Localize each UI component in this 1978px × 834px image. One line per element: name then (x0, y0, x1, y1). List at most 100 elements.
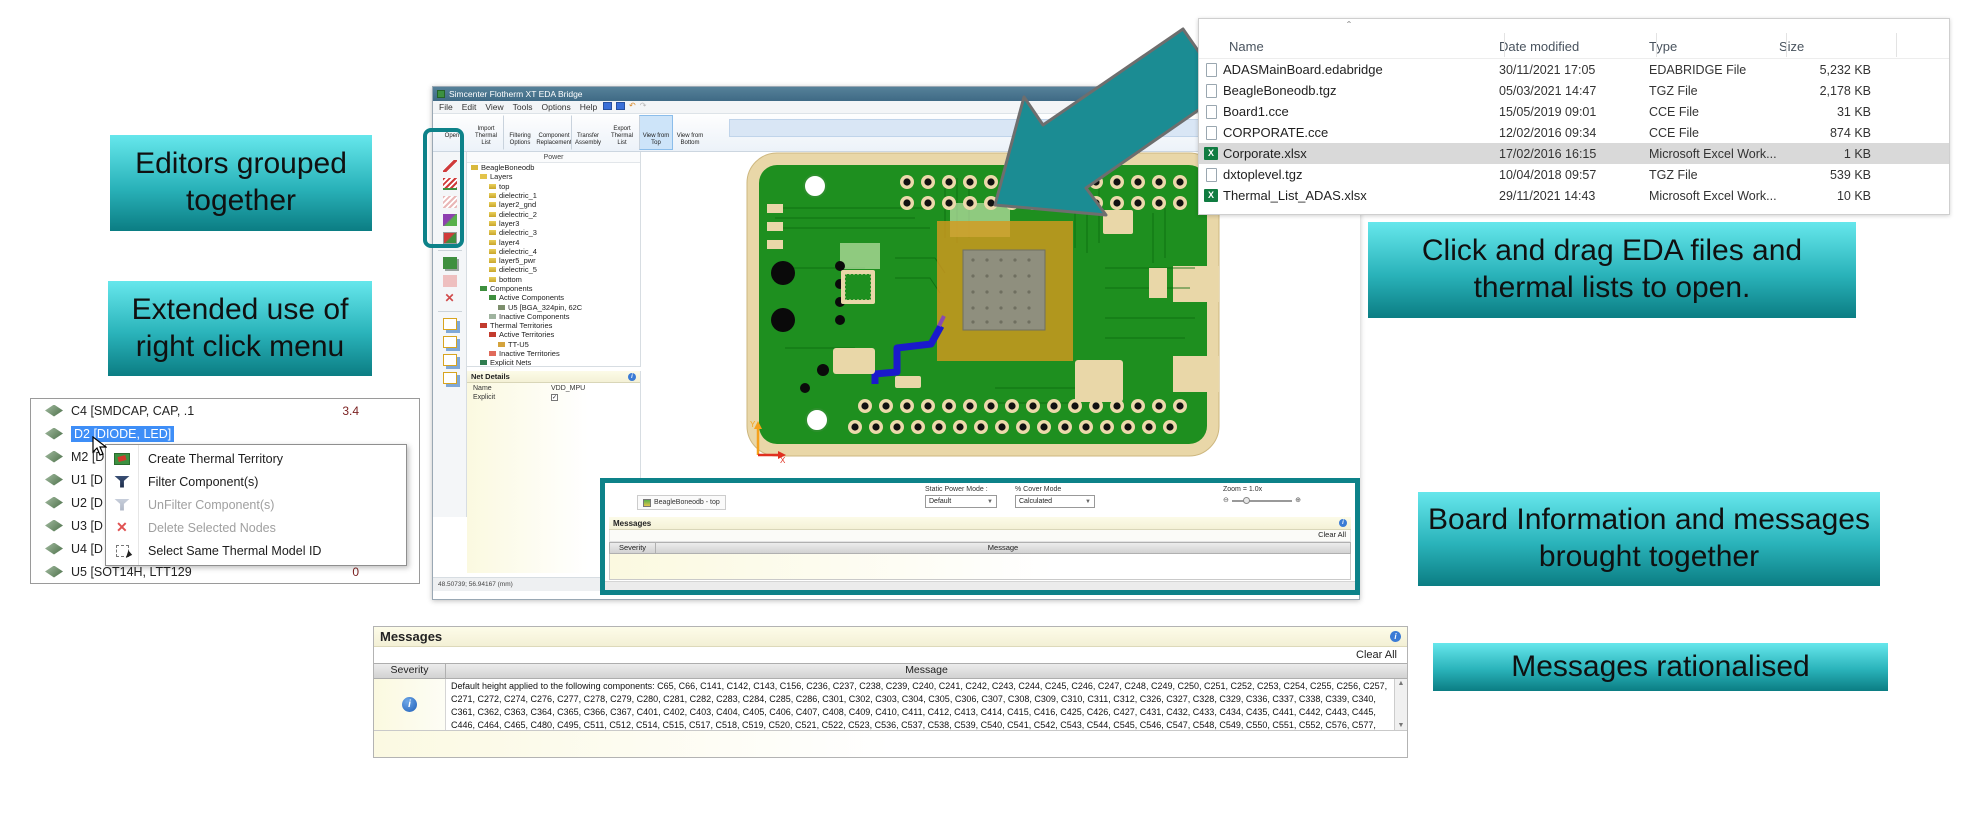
tree-item[interactable]: Components (467, 284, 640, 293)
static-power-mode-select[interactable]: Default ▼ (925, 495, 997, 508)
toolbar-button[interactable]: View from Bottom (673, 115, 707, 150)
tree-item[interactable]: Inactive Components (467, 312, 640, 321)
undo-icon[interactable]: ↶ (629, 102, 636, 110)
menu-item[interactable]: Tools (513, 102, 533, 112)
tree-item-icon (489, 314, 496, 319)
delete-tool-icon[interactable]: ✕ (443, 293, 457, 305)
clone-tool-icon[interactable] (443, 372, 457, 384)
static-power-mode-group: Static Power Mode : Default ▼ (925, 486, 997, 508)
component-icon (45, 428, 63, 440)
file-row[interactable]: ADASMainBoard.edabridge 30/11/2021 17:05… (1199, 59, 1949, 80)
tree-item[interactable]: Inactive Territories (467, 349, 640, 358)
duplicate-tool-icon[interactable] (443, 354, 457, 366)
board-tab[interactable]: BeagleBoneodb - top (637, 495, 726, 510)
tree-item[interactable]: dielectric_3 (467, 228, 640, 237)
cover-mode-select[interactable]: Calculated ▼ (1015, 495, 1095, 508)
toolbar-button[interactable]: Transfer Assembly (571, 115, 605, 150)
sort-ascending-icon[interactable]: ˆ (1347, 19, 1351, 33)
copy-tool-icon[interactable] (443, 318, 457, 330)
toolbar-button[interactable]: Import Thermal List (469, 115, 503, 150)
context-menu-item[interactable]: Delete Selected Nodes (106, 516, 406, 539)
save-all-icon[interactable] (616, 102, 625, 110)
tree-item[interactable]: BeagleBoneodb (467, 163, 640, 172)
tree-item[interactable]: TT-U5 (467, 340, 640, 349)
column-header-name[interactable]: Name (1199, 39, 1499, 54)
net-name-value[interactable]: VDD_MPU (551, 385, 585, 392)
scroll-down-icon[interactable]: ▼ (1398, 722, 1405, 729)
tree-item[interactable]: dielectric_1 (467, 191, 640, 200)
zoom-out-icon[interactable]: ⊖ (1223, 497, 1229, 504)
tree-item-icon (489, 277, 496, 282)
component-row[interactable]: D2 [DIODE, LED] (31, 422, 419, 445)
context-menu-item[interactable]: Create Thermal Territory (106, 447, 406, 470)
file-row[interactable]: Board1.cce 15/05/2019 09:01 CCE File 31 … (1199, 101, 1949, 122)
message-column-header[interactable]: Message (656, 543, 1350, 553)
menu-item[interactable]: View (485, 102, 503, 112)
component-icon (45, 451, 63, 463)
tree-item[interactable]: top (467, 182, 640, 191)
toolbar-button[interactable]: Component Replacement (537, 115, 571, 150)
scroll-up-icon[interactable]: ▲ (1398, 680, 1405, 687)
severity-column-header[interactable]: Severity (374, 664, 446, 678)
tree-item[interactable]: layer4 (467, 237, 640, 246)
component-row[interactable]: C4 [SMDCAP, CAP, .1 3.4 (31, 399, 419, 422)
tree-item[interactable]: Active Components (467, 293, 640, 302)
clear-all-button[interactable]: Clear All (1356, 649, 1397, 661)
file-row[interactable]: dxtoplevel.tgz 10/04/2018 09:57 TGZ File… (1199, 164, 1949, 185)
menu-item[interactable]: Options (541, 102, 570, 112)
context-menu-item[interactable]: Filter Component(s) (106, 470, 406, 493)
file-row[interactable]: Thermal_List_ADAS.xlsx 29/11/2021 14:43 … (1199, 185, 1949, 206)
tree-item[interactable]: Layers (467, 172, 640, 181)
file-type: TGZ File (1649, 84, 1779, 98)
tree-item[interactable]: dielectric_4 (467, 247, 640, 256)
tree-item[interactable]: Explicit Nets (467, 358, 640, 367)
file-row[interactable]: CORPORATE.cce 12/02/2016 09:34 CCE File … (1199, 122, 1949, 143)
redo-icon[interactable]: ↷ (640, 102, 647, 110)
help-icon[interactable]: i (1339, 519, 1347, 527)
context-menu-item[interactable]: UnFilter Component(s) (106, 493, 406, 516)
tree-item[interactable]: Active Territories (467, 330, 640, 339)
toolbar-button[interactable]: View from Top (639, 115, 673, 150)
zoom-in-icon[interactable]: ⊕ (1295, 497, 1301, 504)
menu-item[interactable]: File (439, 102, 453, 112)
tree-item[interactable]: dielectric_5 (467, 265, 640, 274)
explicit-checkbox[interactable]: ✓ (551, 394, 558, 401)
tree-item[interactable]: bottom (467, 275, 640, 284)
save-icon[interactable] (603, 102, 612, 110)
tree-item[interactable]: layer5_pwr (467, 256, 640, 265)
help-icon[interactable]: i (628, 373, 636, 381)
messages-grid-header: Severity Message (374, 663, 1407, 679)
column-header-type[interactable]: Type (1649, 39, 1779, 54)
tree-item[interactable]: Thermal Territories (467, 321, 640, 330)
message-column-header[interactable]: Message (446, 664, 1407, 678)
help-icon[interactable]: i (1390, 631, 1401, 642)
tree-item-label: layer4 (499, 238, 519, 247)
message-row[interactable]: i Default height applied to the followin… (374, 679, 1407, 731)
tree-item[interactable]: dielectric_2 (467, 209, 640, 218)
cover-mode-value: Calculated (1019, 498, 1052, 505)
app-icon (437, 90, 445, 98)
menu-item[interactable]: Help (580, 102, 597, 112)
column-header-size[interactable]: Size (1779, 39, 1879, 54)
toolbar-button[interactable]: Filtering Options (503, 115, 537, 150)
message-scrollbar[interactable]: ▲ ▼ (1394, 679, 1407, 730)
toolbar-button[interactable]: Export Thermal List (605, 115, 639, 150)
component-tool-icon[interactable] (443, 257, 457, 269)
clear-all-button[interactable]: Clear All (1318, 530, 1346, 539)
column-header-date-modified[interactable]: Date modified (1499, 39, 1649, 54)
menu-item[interactable]: Edit (462, 102, 477, 112)
file-list: ADASMainBoard.edabridge 30/11/2021 17:05… (1199, 59, 1949, 206)
tree-item[interactable]: layer2_gnd (467, 200, 640, 209)
context-menu-item[interactable]: Select Same Thermal Model ID (106, 539, 406, 562)
zoom-slider-thumb[interactable] (1243, 497, 1250, 504)
tree-item[interactable]: U5 [BGA_324pin, 62C (467, 302, 640, 311)
toolbar-button-icon (648, 118, 665, 132)
severity-column-header[interactable]: Severity (610, 543, 656, 553)
paste-tool-icon[interactable] (443, 336, 457, 348)
file-row[interactable]: Corporate.xlsx 17/02/2016 16:15 Microsof… (1199, 143, 1949, 164)
zoom-slider[interactable]: ⊖ ⊕ (1223, 497, 1301, 504)
tree-item[interactable]: layer3 (467, 219, 640, 228)
net-details-header: Net Details i (467, 371, 640, 383)
menu-item-icon (116, 545, 129, 557)
file-row[interactable]: BeagleBoneodb.tgz 05/03/2021 14:47 TGZ F… (1199, 80, 1949, 101)
